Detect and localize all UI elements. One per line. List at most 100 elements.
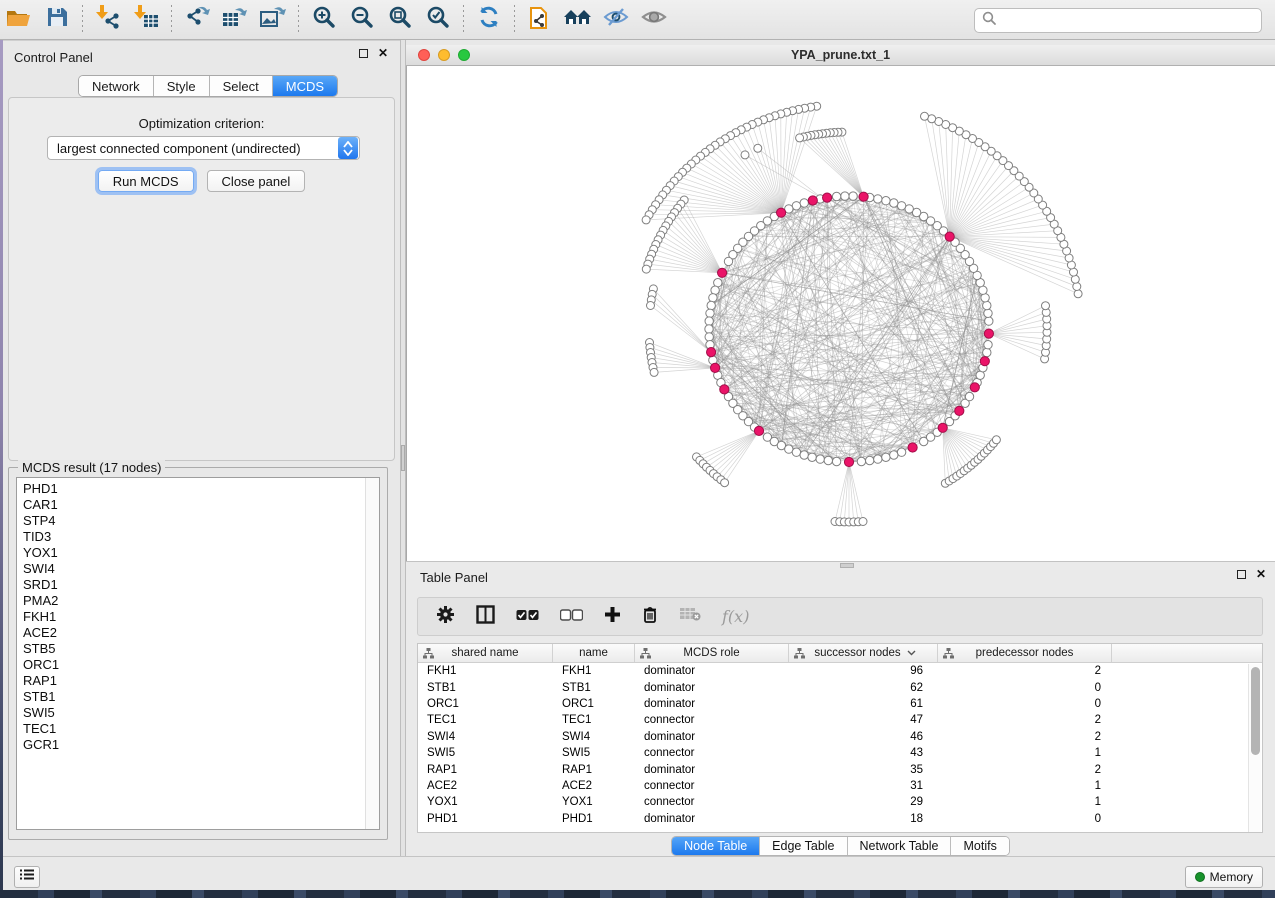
table-cell[interactable]: SWI5 — [418, 747, 553, 759]
tab-select[interactable]: Select — [210, 76, 273, 96]
column-chooser-icon[interactable] — [476, 605, 495, 629]
home-panels-button[interactable] — [559, 3, 597, 37]
mcds-result-item[interactable]: STP4 — [17, 513, 379, 529]
close-panel-icon[interactable]: ✕ — [378, 49, 388, 58]
zoom-selected-button[interactable] — [419, 3, 457, 37]
table-cell[interactable]: STB1 — [553, 682, 635, 694]
select-all-icon[interactable] — [516, 608, 539, 626]
table-cell[interactable]: dominator — [635, 764, 789, 776]
table-cell[interactable]: RAP1 — [553, 764, 635, 776]
table-cell[interactable]: dominator — [635, 698, 789, 710]
table-cell[interactable]: 96 — [789, 665, 938, 677]
table-cell[interactable]: RAP1 — [418, 764, 553, 776]
table-cell[interactable]: SWI4 — [553, 731, 635, 743]
export-image-button[interactable] — [254, 3, 292, 37]
open-session-button[interactable] — [0, 3, 38, 37]
close-table-panel-icon[interactable]: ✕ — [1256, 570, 1266, 579]
table-cell[interactable]: connector — [635, 796, 789, 808]
table-cell[interactable]: 31 — [789, 780, 938, 792]
table-cell[interactable]: SWI4 — [418, 731, 553, 743]
save-session-button[interactable] — [38, 3, 76, 37]
table-cell[interactable]: PHD1 — [418, 813, 553, 825]
table-scrollbar-thumb[interactable] — [1251, 667, 1260, 755]
table-scrollbar[interactable] — [1248, 664, 1261, 832]
table-row[interactable]: PHD1PHD1dominator180 — [418, 811, 1262, 827]
horizontal-splitter-handle[interactable] — [840, 563, 854, 568]
table-cell[interactable]: 29 — [789, 796, 938, 808]
node-table-body[interactable]: FKH1FKH1dominator962STB1STB1dominator620… — [418, 663, 1262, 833]
mcds-result-item[interactable]: ORC1 — [17, 657, 379, 673]
mcds-result-item[interactable]: TID3 — [17, 529, 379, 545]
table-cell[interactable]: 1 — [938, 747, 1112, 759]
table-cell[interactable]: 0 — [938, 698, 1112, 710]
table-cell[interactable]: 0 — [938, 813, 1112, 825]
table-cell[interactable]: ACE2 — [553, 780, 635, 792]
column-header-mcds-role[interactable]: MCDS role — [635, 644, 789, 662]
share-document-button[interactable] — [521, 3, 559, 37]
import-network-button[interactable] — [89, 3, 127, 37]
mcds-result-item[interactable]: STB1 — [17, 689, 379, 705]
task-history-button[interactable] — [14, 866, 40, 888]
tab-mcds[interactable]: MCDS — [273, 76, 337, 96]
memory-button[interactable]: Memory — [1185, 866, 1263, 888]
mcds-result-item[interactable]: GCR1 — [17, 737, 379, 753]
splitter-handle[interactable] — [401, 445, 405, 471]
table-cell[interactable]: 18 — [789, 813, 938, 825]
tab-node-table[interactable]: Node Table — [672, 837, 760, 855]
table-row[interactable]: FKH1FKH1dominator962 — [418, 663, 1262, 679]
mcds-result-item[interactable]: SWI4 — [17, 561, 379, 577]
table-cell[interactable]: ORC1 — [418, 698, 553, 710]
mcds-result-list[interactable]: PHD1CAR1STP4TID3YOX1SWI4SRD1PMA2FKH1ACE2… — [17, 478, 379, 753]
network-canvas[interactable] — [406, 66, 1275, 561]
gear-icon[interactable] — [436, 605, 455, 629]
delete-column-icon[interactable] — [642, 605, 658, 628]
column-header-name[interactable]: name — [553, 644, 635, 662]
mcds-result-item[interactable]: SWI5 — [17, 705, 379, 721]
mcds-result-item[interactable]: FKH1 — [17, 609, 379, 625]
table-cell[interactable]: FKH1 — [553, 665, 635, 677]
table-cell[interactable]: PHD1 — [553, 813, 635, 825]
show-visibility-button[interactable] — [635, 3, 673, 37]
add-column-icon[interactable] — [604, 606, 621, 628]
table-cell[interactable]: connector — [635, 780, 789, 792]
export-table-button[interactable] — [216, 3, 254, 37]
mcds-result-item[interactable]: RAP1 — [17, 673, 379, 689]
optimization-criterion-dropdown[interactable]: largest connected component (undirected) — [47, 136, 360, 160]
tab-network[interactable]: Network — [79, 76, 154, 96]
search-input[interactable] — [997, 11, 1261, 31]
table-cell[interactable]: connector — [635, 714, 789, 726]
mcds-result-item[interactable]: YOX1 — [17, 545, 379, 561]
zoom-in-button[interactable] — [305, 3, 343, 37]
table-cell[interactable]: 2 — [938, 731, 1112, 743]
network-window-titlebar[interactable]: YPA_prune.txt_1 — [406, 45, 1275, 66]
table-row[interactable]: ORC1ORC1dominator610 — [418, 696, 1262, 712]
table-cell[interactable]: 62 — [789, 682, 938, 694]
export-network-button[interactable] — [178, 3, 216, 37]
table-row[interactable]: ACE2ACE2connector311 — [418, 778, 1262, 794]
table-cell[interactable]: 61 — [789, 698, 938, 710]
mcds-result-item[interactable]: ACE2 — [17, 625, 379, 641]
deselect-all-icon[interactable] — [560, 608, 583, 626]
table-cell[interactable]: 47 — [789, 714, 938, 726]
float-table-panel-icon[interactable] — [1237, 570, 1246, 579]
tab-motifs[interactable]: Motifs — [951, 837, 1008, 855]
hide-visibility-button[interactable] — [597, 3, 635, 37]
column-header-shared-name[interactable]: shared name — [418, 644, 553, 662]
table-cell[interactable]: 2 — [938, 665, 1112, 677]
tab-edge-table[interactable]: Edge Table — [760, 837, 847, 855]
column-header-successor-nodes[interactable]: successor nodes — [789, 644, 938, 662]
table-cell[interactable]: dominator — [635, 813, 789, 825]
table-cell[interactable]: ACE2 — [418, 780, 553, 792]
zoom-fit-button[interactable] — [381, 3, 419, 37]
tab-style[interactable]: Style — [154, 76, 210, 96]
table-cell[interactable]: TEC1 — [553, 714, 635, 726]
table-cell[interactable]: 1 — [938, 780, 1112, 792]
table-cell[interactable]: 1 — [938, 796, 1112, 808]
column-header-predecessor-nodes[interactable]: predecessor nodes — [938, 644, 1112, 662]
table-cell[interactable]: FKH1 — [418, 665, 553, 677]
table-cell[interactable]: connector — [635, 747, 789, 759]
table-cell[interactable]: 2 — [938, 714, 1112, 726]
mcds-list-scrollbar[interactable] — [365, 478, 379, 829]
table-row[interactable]: TEC1TEC1connector472 — [418, 712, 1262, 728]
table-cell[interactable]: 2 — [938, 764, 1112, 776]
